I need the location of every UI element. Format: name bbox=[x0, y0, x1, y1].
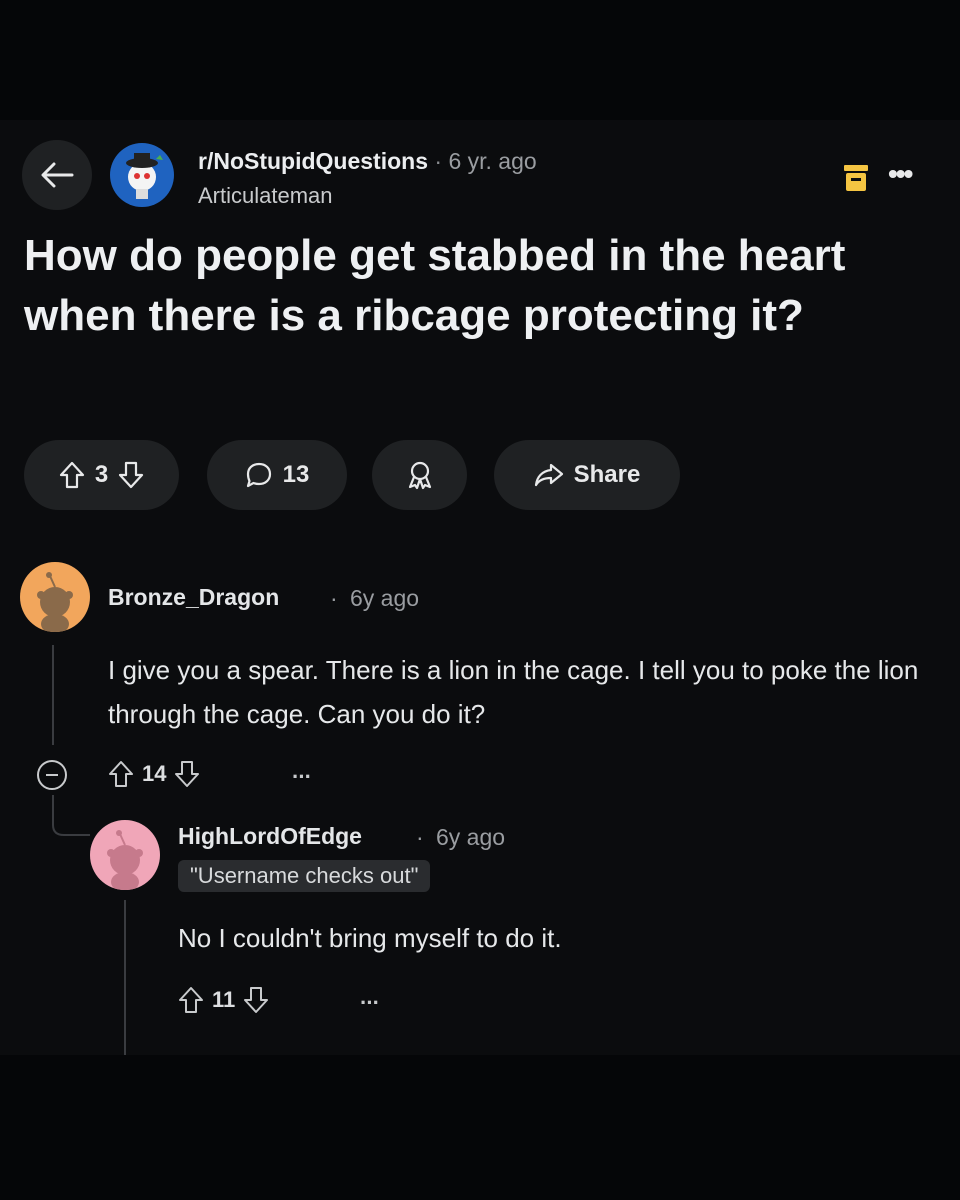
post-meta-line: r/NoStupidQuestions · 6 yr. ago bbox=[198, 148, 537, 175]
arrow-up-outline-icon[interactable] bbox=[108, 760, 134, 788]
comment-body: No I couldn't bring myself to do it. bbox=[178, 923, 562, 953]
meta-separator: · bbox=[434, 148, 443, 174]
back-button[interactable] bbox=[22, 140, 92, 210]
thread-line[interactable] bbox=[124, 900, 126, 1055]
comment-separator: · bbox=[330, 585, 338, 611]
comment-age: 6y ago bbox=[350, 585, 420, 611]
post-title: How do people get stabbed in the heart w… bbox=[24, 231, 846, 340]
share-label: Share bbox=[573, 461, 641, 488]
more-icon: ••• bbox=[888, 158, 913, 189]
comment-author[interactable]: HighLordOfEdge bbox=[178, 823, 362, 850]
arrow-up-outline-icon[interactable] bbox=[178, 986, 204, 1014]
subreddit-name[interactable]: r/NoStupidQuestions bbox=[198, 148, 428, 174]
user-flair: "Username checks out" bbox=[178, 860, 431, 892]
comment-vote-bar: 11 bbox=[178, 986, 269, 1014]
comment-age: 6y ago bbox=[436, 824, 506, 850]
avatar[interactable] bbox=[20, 562, 90, 632]
vote-pill: 3 bbox=[24, 440, 179, 510]
snoo-avatar-icon bbox=[107, 830, 143, 890]
comment-author[interactable]: Bronze_Dragon bbox=[108, 584, 279, 611]
arrow-down-outline-icon[interactable] bbox=[118, 461, 144, 489]
snoo-avatar-icon bbox=[37, 572, 73, 632]
comment-count: 13 bbox=[282, 461, 310, 488]
arrow-down-outline-icon[interactable] bbox=[174, 760, 200, 788]
comment-more-button[interactable]: ··· bbox=[292, 764, 312, 790]
subreddit-avatar[interactable] bbox=[110, 143, 174, 207]
subreddit-mascot-icon bbox=[126, 153, 163, 199]
thread-line[interactable] bbox=[52, 645, 54, 745]
mod-shield-icon[interactable] bbox=[843, 163, 869, 193]
arrow-left-icon bbox=[41, 162, 74, 188]
comment-score: 11 bbox=[212, 987, 236, 1012]
comment-separator: · bbox=[416, 824, 424, 850]
more-options-button[interactable]: ••• bbox=[888, 158, 913, 190]
award-button[interactable] bbox=[372, 440, 467, 510]
speech-bubble-icon bbox=[246, 462, 271, 488]
post-score: 3 bbox=[94, 461, 109, 488]
avatar[interactable] bbox=[90, 820, 160, 890]
award-ribbon-icon bbox=[408, 461, 431, 490]
share-button[interactable]: Share bbox=[494, 440, 680, 510]
share-arrow-icon bbox=[534, 463, 563, 487]
collapse-thread-button[interactable] bbox=[37, 760, 67, 790]
arrow-up-outline-icon[interactable] bbox=[59, 461, 85, 489]
post-author[interactable]: Articulateman bbox=[198, 183, 333, 209]
comment-body: I give you a spear. There is a lion in t… bbox=[108, 655, 919, 729]
comment-vote-bar: 14 bbox=[108, 760, 200, 788]
post-age: 6 yr. ago bbox=[448, 148, 537, 174]
arrow-down-outline-icon[interactable] bbox=[243, 986, 269, 1014]
comments-button[interactable]: 13 bbox=[207, 440, 347, 510]
comment-more-button[interactable]: ··· bbox=[360, 990, 380, 1016]
collapse-minus-icon bbox=[46, 774, 58, 776]
comment-score: 14 bbox=[142, 761, 167, 786]
